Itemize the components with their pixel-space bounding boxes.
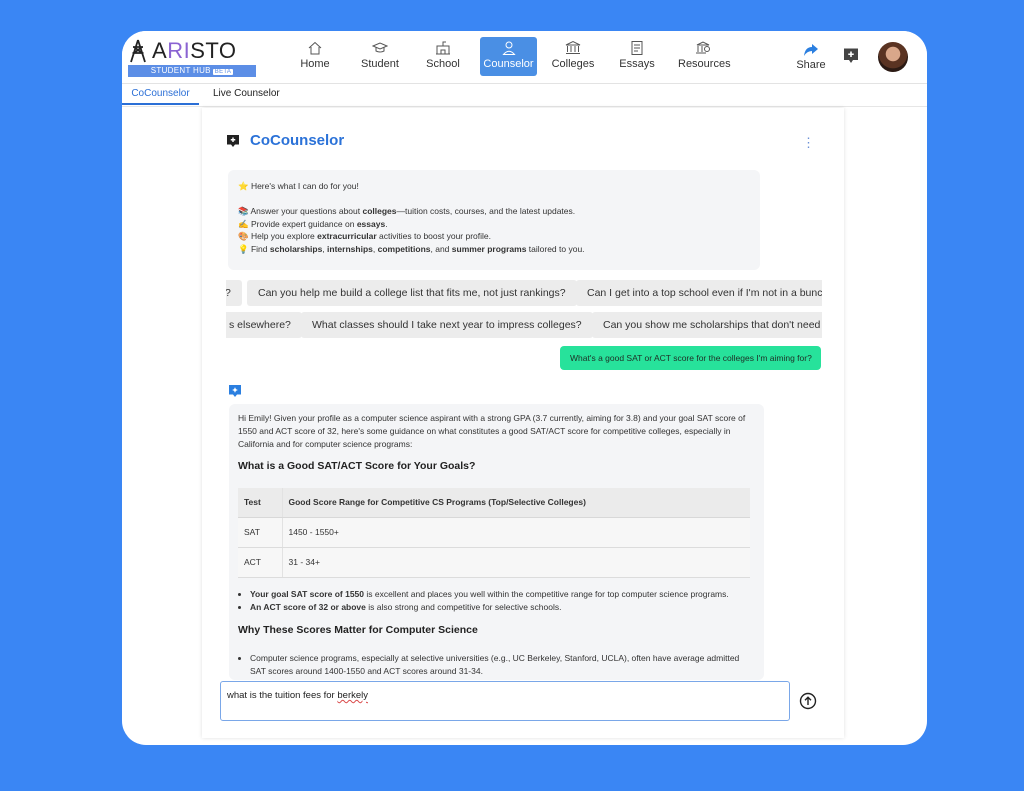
reply-heading-why: Why These Scores Matter for Computer Sci… — [238, 624, 478, 637]
assistant-avatar-icon — [229, 385, 241, 397]
table-header: Good Score Range for Competitive CS Prog… — [282, 488, 750, 518]
nav-essays[interactable]: Essays — [618, 37, 656, 76]
table-cell: SAT — [238, 517, 283, 548]
tab-live-counselor[interactable]: Live Counselor — [213, 88, 280, 103]
table-cell: 1450 - 1550+ — [282, 517, 750, 548]
suggestion-chip[interactable]: Can you show me scholarships that don't … — [592, 312, 822, 338]
capabilities-card: ⭐ Here's what I can do for you! 📚 Answer… — [228, 170, 760, 270]
list-item: Computer science programs, especially at… — [250, 652, 755, 678]
assistant-reply: Hi Emily! Given your profile as a comput… — [229, 404, 764, 680]
suggestion-row-1: ? Can you help me build a college list t… — [226, 280, 822, 306]
table-cell: ACT — [238, 547, 283, 578]
share-button[interactable]: Share — [796, 41, 826, 71]
logo-wordmark: ARISTO — [152, 38, 237, 63]
nav-resources[interactable]: Resources — [678, 37, 731, 76]
graduation-cap-icon — [372, 42, 388, 53]
nav-home-label: Home — [300, 58, 330, 70]
logo-tower-icon — [130, 39, 146, 63]
suggestion-chip[interactable]: s elsewhere? — [226, 312, 302, 338]
beta-badge: BETA — [212, 69, 234, 75]
nav-colleges-label: Colleges — [551, 58, 595, 70]
nav-student[interactable]: Student — [361, 37, 399, 76]
app-window: ARISTO STUDENT HUB BETA Home Student Scho… — [122, 31, 927, 745]
reply-intro: Hi Emily! Given your profile as a comput… — [238, 413, 746, 449]
home-icon — [308, 41, 322, 55]
score-table: Test Good Score Range for Competitive CS… — [238, 488, 750, 578]
list-item: An ACT score of 32 or above is also stro… — [250, 601, 755, 614]
list-item: Your goal SAT score of 1550 is excellent… — [250, 588, 755, 601]
nav-counselor-label: Counselor — [483, 58, 534, 70]
capability-colleges: 📚 Answer your questions about colleges—t… — [238, 205, 576, 216]
cocounselor-logo-icon — [227, 135, 239, 147]
nav-colleges[interactable]: Colleges — [551, 37, 595, 76]
nav-student-label: Student — [361, 58, 399, 70]
capability-essays: ✍️ Provide expert guidance on essays. — [238, 218, 388, 229]
table-row: SAT 1450 - 1550+ — [238, 517, 750, 548]
user-avatar[interactable] — [878, 42, 908, 72]
table-cell: 31 - 34+ — [282, 547, 750, 578]
new-chat-icon[interactable] — [842, 47, 860, 65]
table-header: Test — [238, 488, 283, 518]
share-arrow-icon — [804, 44, 818, 56]
cocounselor-panel: CoCounselor ⋮ ⭐ Here's what I can do for… — [202, 108, 844, 738]
sub-tabs: CoCounselor Live Counselor — [122, 85, 927, 107]
suggestion-chip[interactable]: What classes should I take next year to … — [301, 312, 593, 338]
suggestion-chip[interactable]: Can you help me build a college list tha… — [247, 280, 577, 306]
more-options-icon[interactable]: ⋮ — [802, 136, 815, 150]
score-bullets: Your goal SAT score of 1550 is excellent… — [238, 588, 755, 615]
reply-heading-goals: What is a Good SAT/ACT Score for Your Go… — [238, 460, 476, 473]
nav-school-label: School — [426, 58, 460, 70]
document-icon — [631, 41, 643, 55]
top-navigation-bar: ARISTO STUDENT HUB BETA Home Student Scho… — [122, 31, 927, 84]
nav-home[interactable]: Home — [298, 37, 332, 76]
why-bullets: Computer science programs, especially at… — [238, 652, 755, 678]
resources-icon — [696, 41, 710, 54]
message-input[interactable]: what is the tuition fees for berkely — [220, 681, 790, 721]
capabilities-heading: ⭐ Here's what I can do for you! — [238, 181, 359, 191]
suggestion-chip[interactable]: ? — [226, 280, 242, 306]
capability-extracurricular: 🎨 Help you explore extracurricular activ… — [238, 231, 492, 242]
logo-subtitle: STUDENT HUB BETA — [128, 65, 256, 77]
send-icon[interactable] — [799, 692, 817, 710]
panel-title: CoCounselor — [250, 132, 345, 149]
share-label: Share — [796, 59, 826, 71]
user-message-bubble: What's a good SAT or ACT score for the c… — [560, 346, 821, 370]
nav-school[interactable]: School — [425, 37, 461, 76]
nav-resources-label: Resources — [678, 58, 731, 70]
tab-cocounselor[interactable]: CoCounselor — [122, 88, 199, 105]
nav-essays-label: Essays — [619, 58, 655, 70]
capability-opportunities: 💡 Find scholarships, internships, compet… — [238, 244, 585, 255]
suggestion-row-2: s elsewhere? What classes should I take … — [226, 312, 822, 338]
table-row: ACT 31 - 34+ — [238, 547, 750, 578]
university-icon — [565, 40, 581, 54]
person-icon — [501, 41, 516, 55]
school-building-icon — [436, 41, 450, 55]
suggestion-chip[interactable]: Can I get into a top school even if I'm … — [576, 280, 822, 306]
table-header-row: Test Good Score Range for Competitive CS… — [238, 488, 750, 518]
nav-counselor[interactable]: Counselor — [480, 37, 537, 76]
